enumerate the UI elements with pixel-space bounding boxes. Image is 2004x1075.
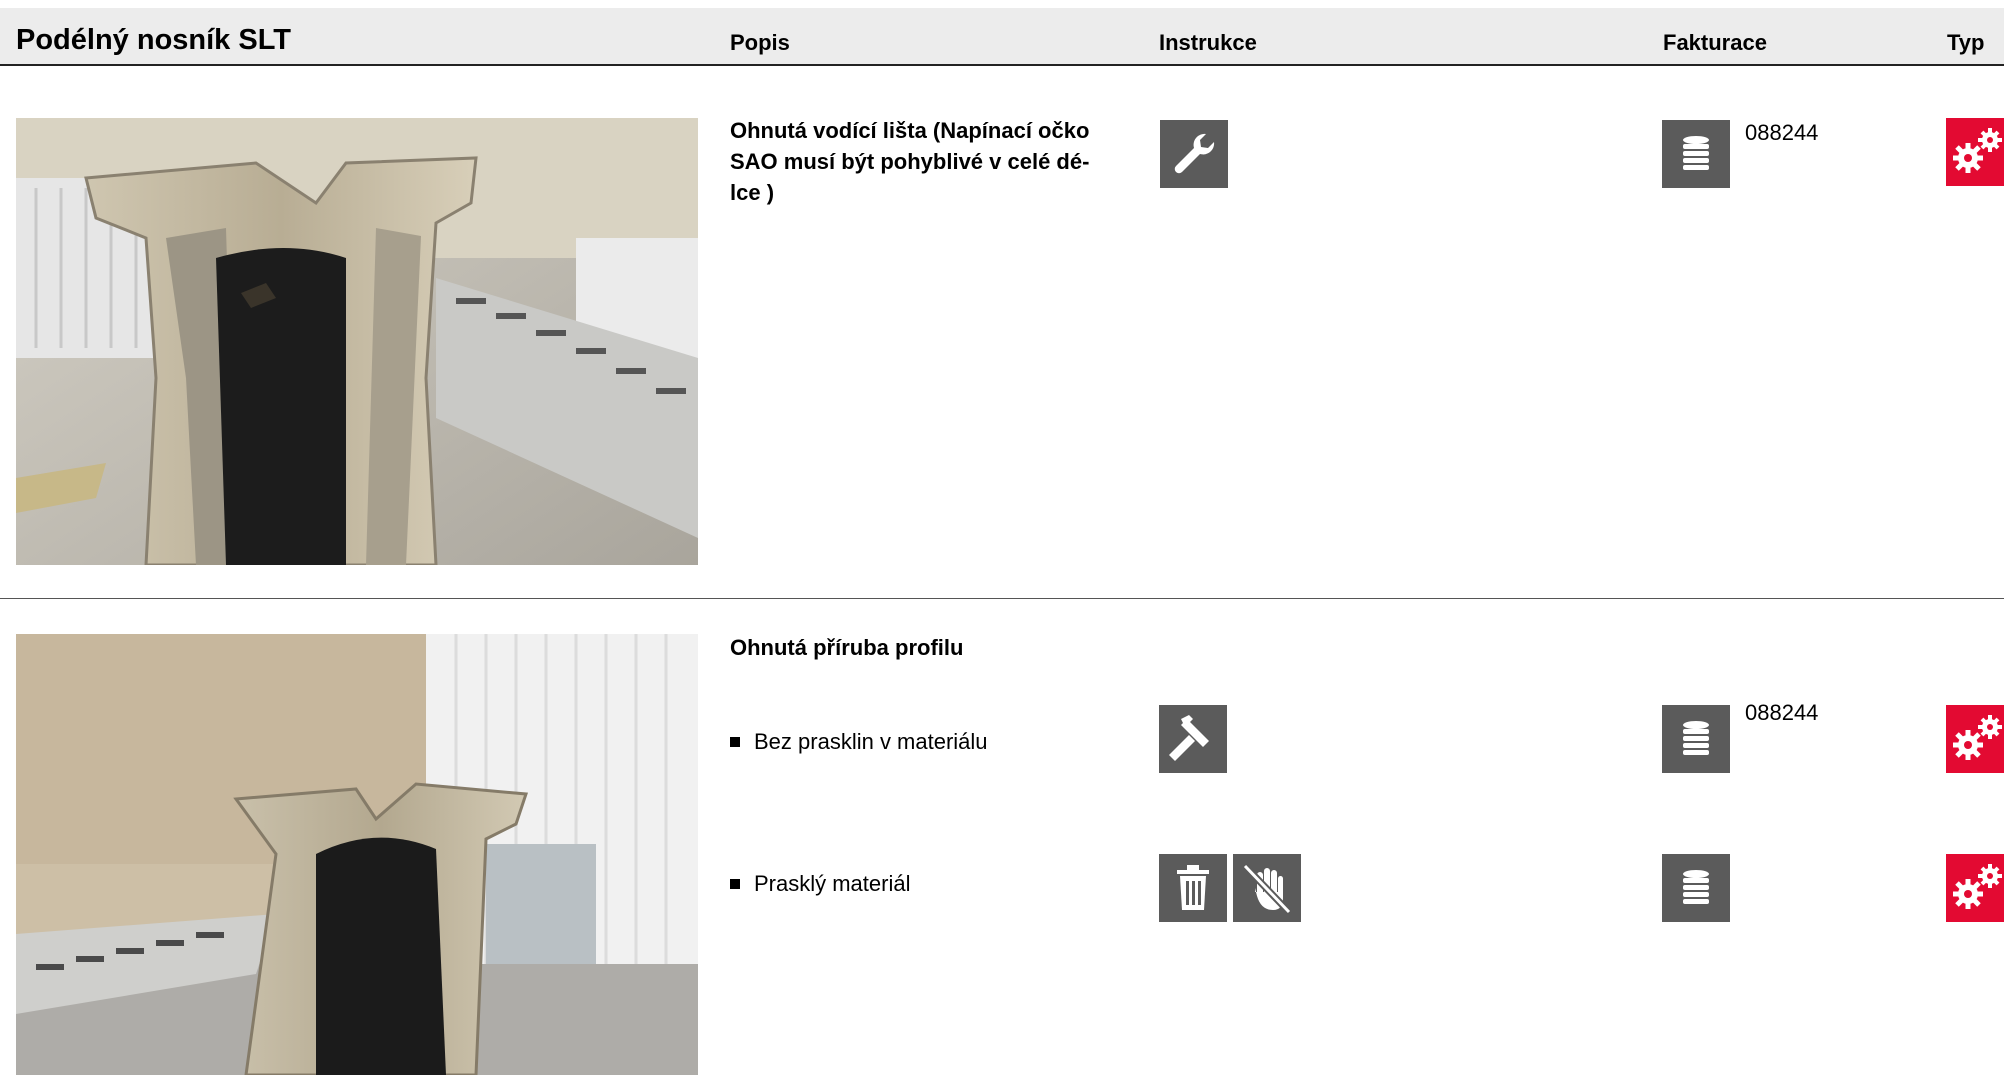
- list-item-label: Prasklý materiál: [754, 871, 911, 896]
- trash-icon: [1159, 854, 1227, 922]
- row-2-photo: [16, 634, 698, 1075]
- column-header-typ: Typ: [1947, 30, 1985, 55]
- row-1-description: Ohnutá vodící lišta (Napínací očko SAO m…: [730, 115, 1120, 208]
- table-header: Podélný nosník SLT Popis Instrukce Faktu…: [0, 8, 2004, 66]
- list-item: Bez prasklin v materiálu: [730, 728, 988, 756]
- bullet-square: [730, 879, 740, 889]
- wrench-icon: [1160, 120, 1228, 188]
- coins-stack-icon: [1662, 705, 1730, 773]
- column-header-popis: Popis: [730, 30, 790, 55]
- page-title: Podélný nosník SLT: [16, 24, 291, 56]
- column-header-fakturace: Fakturace: [1663, 30, 1767, 55]
- hammer-icon: [1159, 705, 1227, 773]
- row-1-photo: [16, 118, 698, 565]
- column-header-instrukce: Instrukce: [1159, 30, 1257, 55]
- row-2-description: Ohnutá příruba profilu: [730, 635, 964, 660]
- row-1-description-line: SAO musí být pohyblivé v celé dé-: [730, 149, 1090, 174]
- gears-icon: [1946, 118, 2004, 186]
- no-touch-icon: [1233, 854, 1301, 922]
- gears-icon: [1946, 705, 2004, 773]
- billing-code: 088244: [1745, 120, 1819, 145]
- row-1-description-line: Ohnutá vodící lišta (Napínací očko: [730, 118, 1090, 143]
- bullet-square: [730, 737, 740, 747]
- row-1-description-line: lce ): [730, 180, 775, 205]
- list-item-label: Bez prasklin v materiálu: [754, 729, 988, 754]
- billing-code: 088244: [1745, 700, 1819, 725]
- row-divider: [0, 598, 2004, 599]
- list-item: Prasklý materiál: [730, 870, 910, 898]
- coins-stack-icon: [1662, 120, 1730, 188]
- coins-stack-icon: [1662, 854, 1730, 922]
- gears-icon: [1946, 854, 2004, 922]
